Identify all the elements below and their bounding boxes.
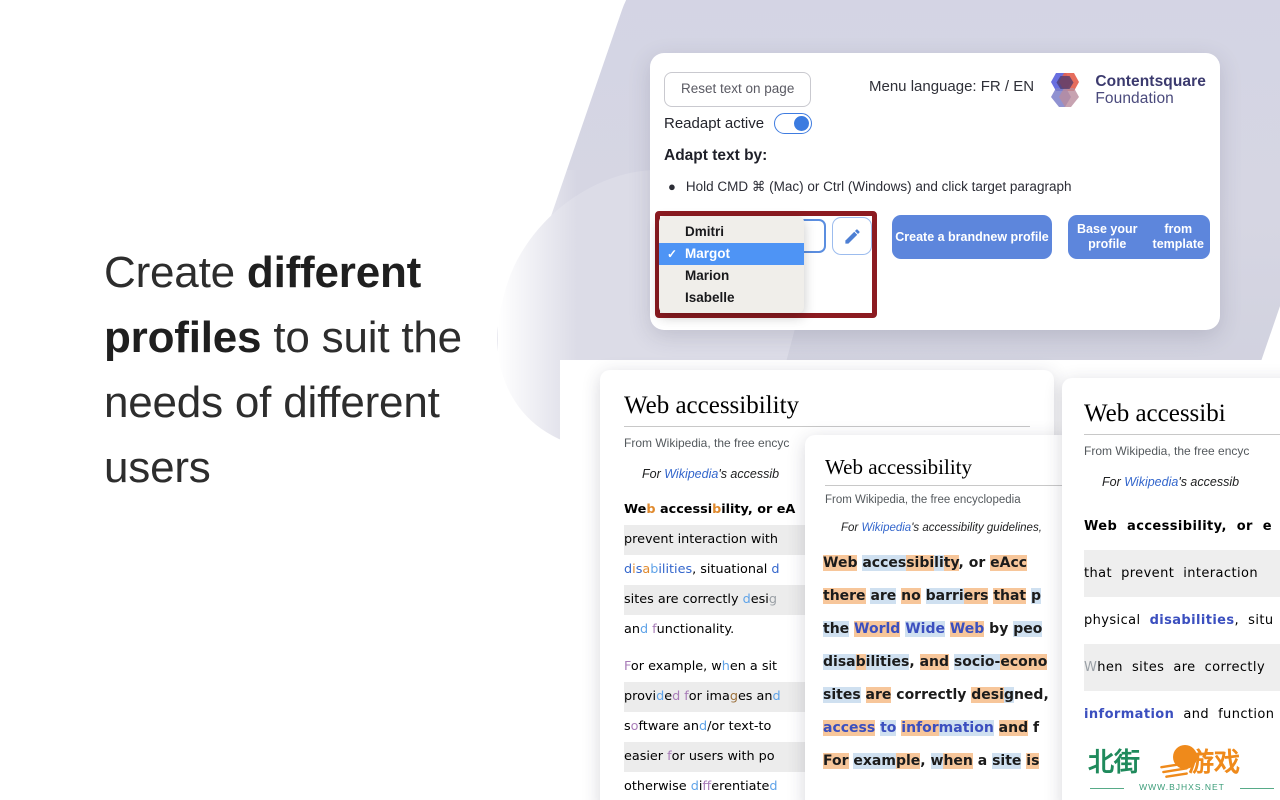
create-profile-line-2: new profile <box>982 229 1049 244</box>
wiki-line: physical disabilities, situ <box>1084 613 1274 628</box>
hatnote-suffix-right: 's accessib <box>1178 475 1240 489</box>
wiki-body-right: Web accessibility, or e that prevent int… <box>1062 489 1280 738</box>
hatnote-suffix-left: 's accessib <box>718 467 780 481</box>
profile-dropdown-menu[interactable]: Dmitri Margot Marion Isabelle <box>659 216 804 313</box>
contentsquare-logo-text: Contentsquare Foundation <box>1095 73 1206 108</box>
wikipedia-preview-card-right: Web accessibi From Wikipedia, the free e… <box>1062 378 1280 800</box>
hatnote-prefix-right: For <box>1102 475 1125 489</box>
wiki-hatnote-right: For Wikipedia's accessib <box>1062 458 1280 489</box>
create-new-profile-button[interactable]: Create a brand new profile <box>892 215 1052 259</box>
readapt-toggle-switch[interactable] <box>774 113 813 134</box>
bullet-dot-icon: ● <box>668 179 676 194</box>
toggle-knob <box>794 116 810 131</box>
wikipedia-link-left[interactable]: Wikipedia <box>664 467 718 481</box>
dropdown-option-margot[interactable]: Margot <box>659 243 804 265</box>
adapt-instruction-item: ● Hold CMD ⌘ (Mac) or Ctrl (Windows) and… <box>668 179 1071 195</box>
wiki-line: that prevent interaction <box>1084 550 1280 597</box>
watermark: 北街 游戏 WWW.BJHXS.NET <box>1088 742 1276 800</box>
dropdown-option-marion[interactable]: Marion <box>659 265 804 287</box>
reset-text-button[interactable]: Reset text on page <box>664 72 812 107</box>
screenshot-stage: Create different profiles to suit the ne… <box>0 0 1280 800</box>
template-profile-line-2: from template <box>1152 222 1204 251</box>
watermark-text-left: 北街 <box>1088 748 1141 778</box>
dropdown-option-dmitri[interactable]: Dmitri <box>659 221 804 243</box>
readapt-toggle-row[interactable]: Readapt active <box>664 113 813 134</box>
toolbar-top-row: Reset text on page Menu language: FR / E… <box>664 70 1210 110</box>
base-profile-from-template-button[interactable]: Base your profile from template <box>1068 215 1210 259</box>
adapt-text-by-heading: Adapt text by: <box>664 147 768 164</box>
wikipedia-link-mid[interactable]: Wikipedia <box>861 522 911 534</box>
readapt-label: Readapt active <box>664 115 765 132</box>
logo-line-2: Foundation <box>1095 90 1174 107</box>
wikipedia-link-right[interactable]: Wikipedia <box>1124 475 1178 489</box>
hatnote-prefix-left: For <box>642 467 665 481</box>
wiki-subtitle-right: From Wikipedia, the free encyc <box>1084 444 1250 458</box>
hatnote-prefix-mid: For <box>841 522 862 534</box>
wiki-line: Web accessibility, or e <box>1084 519 1272 534</box>
template-profile-line-1: Base your profile <box>1077 222 1138 251</box>
page-title: Create different profiles to suit the ne… <box>104 240 524 500</box>
create-profile-line-1: Create a brand <box>895 229 983 244</box>
dropdown-option-isabelle[interactable]: Isabelle <box>659 287 804 309</box>
contentsquare-logo-icon <box>1044 70 1086 110</box>
sun-icon <box>1160 745 1197 778</box>
adapt-instruction-text: Hold CMD ⌘ (Mac) or Ctrl (Windows) and c… <box>685 179 1072 194</box>
wiki-title-right: Web accessibi <box>1084 400 1226 427</box>
watermark-url: WWW.BJHXS.NET <box>1088 782 1276 792</box>
logo-line-1: Contentsquare <box>1095 72 1206 90</box>
wiki-line: When sites are correctly <box>1084 644 1280 691</box>
hatnote-suffix-mid: 's accessibility guidelines, <box>911 522 1042 534</box>
menu-language-label[interactable]: Menu language: FR / EN <box>869 78 1034 95</box>
wiki-title-left: Web accessibility <box>624 392 800 419</box>
contentsquare-logo: Contentsquare Foundation <box>1044 70 1206 110</box>
wiki-line: information and function <box>1084 707 1275 722</box>
headline-part-1: Create <box>104 248 247 297</box>
